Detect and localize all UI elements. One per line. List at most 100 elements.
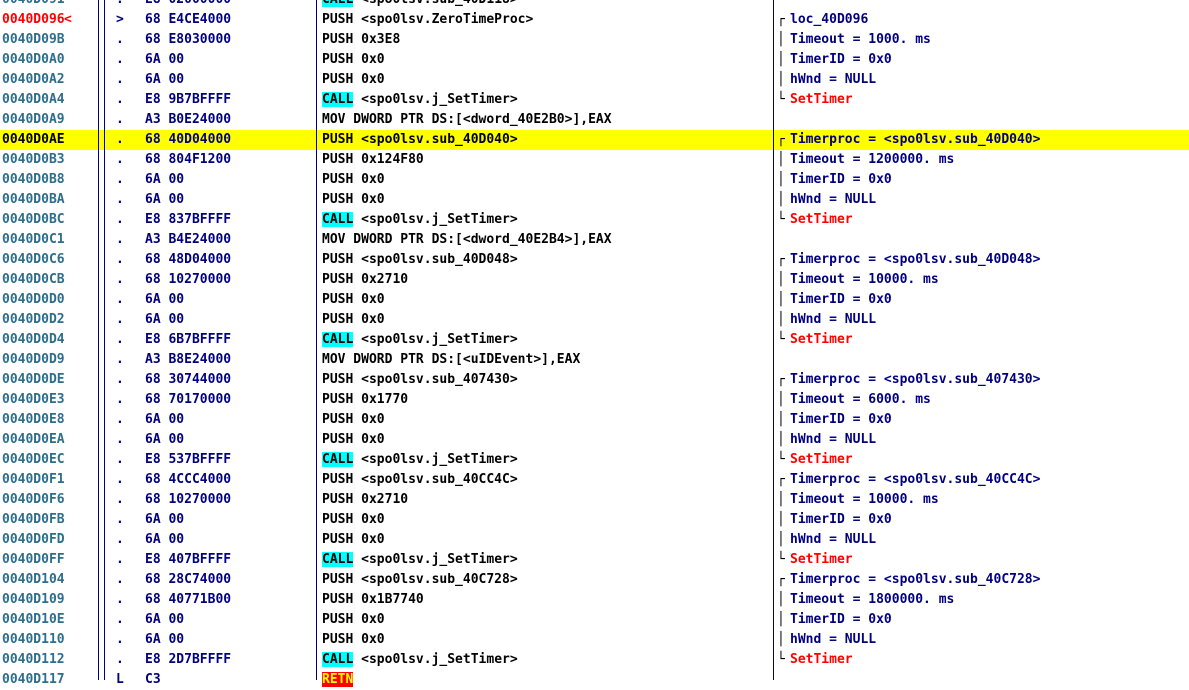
hex-bytes-cell[interactable]: C3	[145, 670, 161, 690]
address-cell[interactable]: 0040D0E3	[2, 390, 65, 410]
address-cell[interactable]: 0040D0F6	[2, 490, 65, 510]
hex-bytes-cell[interactable]: 6A 00	[145, 170, 184, 190]
instruction-row[interactable]: 0040D104. 68 28C74000 PUSH <spo0lsv.sub_40…	[0, 570, 1189, 590]
address-cell[interactable]: 0040D0A2	[2, 70, 65, 90]
instruction-row[interactable]: 0040D0FD. 6A 00 PUSH 0x0 │ hWnd = NULL	[0, 530, 1189, 550]
address-cell[interactable]: 0040D0DE	[2, 370, 65, 390]
hex-bytes-cell[interactable]: 6A 00	[145, 630, 184, 650]
hex-bytes-cell[interactable]: 68 804F1200	[145, 150, 231, 170]
hex-bytes-cell[interactable]: 68 30744000	[145, 370, 231, 390]
instruction-row[interactable]: 0040D0A4. E8 9B7BFFFF CALL <spo0lsv.j_SetT…	[0, 90, 1189, 110]
address-cell[interactable]: 0040D091	[2, 0, 65, 10]
instruction-row[interactable]: 0040D0DE. 68 30744000 PUSH <spo0lsv.sub_40…	[0, 370, 1189, 390]
instruction-row[interactable]: 0040D0C6. 68 48D04000 PUSH <spo0lsv.sub_40…	[0, 250, 1189, 270]
instruction-row[interactable]: 0040D09B. 68 E8030000 PUSH 0x3E8 │ Timeout =…	[0, 30, 1189, 50]
instruction-row[interactable]: 0040D0EC. E8 537BFFFF CALL <spo0lsv.j_SetT…	[0, 450, 1189, 470]
hex-bytes-cell[interactable]: 6A 00	[145, 70, 184, 90]
instruction-row[interactable]: 0040D109. 68 40771B00 PUSH 0x1B7740 │ Timeou…	[0, 590, 1189, 610]
instruction-row[interactable]: 0040D0A2. 6A 00 PUSH 0x0 │ hWnd = NULL	[0, 70, 1189, 90]
disassembly-cell[interactable]: PUSH 0x1770	[322, 390, 408, 410]
instruction-row[interactable]: 0040D0CB. 68 10270000 PUSH 0x2710 │ Timeout …	[0, 270, 1189, 290]
address-cell[interactable]: 0040D0FD	[2, 530, 65, 550]
hex-bytes-cell[interactable]: E8 02000000	[145, 0, 231, 10]
disassembly-cell[interactable]: PUSH <spo0lsv.sub_40D040>	[322, 130, 518, 150]
address-cell[interactable]: 0040D0A9	[2, 110, 65, 130]
disassembly-cell[interactable]: MOV DWORD PTR DS:[<dword_40E2B0>],EAX	[322, 110, 612, 130]
instruction-row[interactable]: 0040D091. E8 02000000 CALL <spo0lsv.sub_40…	[0, 0, 1189, 10]
hex-bytes-cell[interactable]: A3 B8E24000	[145, 350, 231, 370]
instruction-row[interactable]: 0040D0F1. 68 4CCC4000 PUSH <spo0lsv.sub_40…	[0, 470, 1189, 490]
disassembly-cell[interactable]: PUSH 0x3E8	[322, 30, 400, 50]
hex-bytes-cell[interactable]: E8 6B7BFFFF	[145, 330, 231, 350]
hex-bytes-cell[interactable]: 6A 00	[145, 610, 184, 630]
disassembly-cell[interactable]: PUSH 0x0	[322, 310, 385, 330]
disassembly-cell[interactable]: PUSH 0x1B7740	[322, 590, 424, 610]
disassembly-cell[interactable]: PUSH 0x0	[322, 190, 385, 210]
instruction-row[interactable]: 0040D0F6. 68 10270000 PUSH 0x2710 │ Timeout …	[0, 490, 1189, 510]
address-cell[interactable]: 0040D0D9	[2, 350, 65, 370]
address-cell[interactable]: 0040D0EC	[2, 450, 65, 470]
hex-bytes-cell[interactable]: 68 10270000	[145, 270, 231, 290]
disassembly-cell[interactable]: PUSH 0x0	[322, 170, 385, 190]
disassembly-cell[interactable]: RETN	[322, 670, 354, 690]
address-cell[interactable]: 0040D096	[2, 10, 65, 30]
hex-bytes-cell[interactable]: 6A 00	[145, 530, 184, 550]
address-cell[interactable]: 0040D112	[2, 650, 65, 670]
hex-bytes-cell[interactable]: A3 B0E24000	[145, 110, 231, 130]
address-cell[interactable]: 0040D0D0	[2, 290, 65, 310]
instruction-row[interactable]: 0040D0BA. 6A 00 PUSH 0x0 │ hWnd = NULL	[0, 190, 1189, 210]
disassembly-cell[interactable]: CALL <spo0lsv.sub_40D118>	[322, 0, 518, 10]
hex-bytes-cell[interactable]: 68 10270000	[145, 490, 231, 510]
address-cell[interactable]: 0040D0C6	[2, 250, 65, 270]
hex-bytes-cell[interactable]: 68 70170000	[145, 390, 231, 410]
disassembly-cell[interactable]: PUSH 0x0	[322, 530, 385, 550]
disassembly-cell[interactable]: CALL <spo0lsv.j_SetTimer>	[322, 210, 518, 230]
address-cell[interactable]: 0040D110	[2, 630, 65, 650]
address-cell[interactable]: 0040D0FB	[2, 510, 65, 530]
disassembly-cell[interactable]: CALL <spo0lsv.j_SetTimer>	[322, 90, 518, 110]
address-cell[interactable]: 0040D10E	[2, 610, 65, 630]
address-cell[interactable]: 0040D104	[2, 570, 65, 590]
disassembly-cell[interactable]: PUSH <spo0lsv.ZeroTimeProc>	[322, 10, 533, 30]
instruction-row[interactable]: 0040D112. E8 2D7BFFFF CALL <spo0lsv.j_SetT…	[0, 650, 1189, 670]
disassembly-cell[interactable]: PUSH 0x0	[322, 430, 385, 450]
hex-bytes-cell[interactable]: A3 B4E24000	[145, 230, 231, 250]
disassembly-cell[interactable]: CALL <spo0lsv.j_SetTimer>	[322, 550, 518, 570]
disassembly-cell[interactable]: PUSH 0x0	[322, 610, 385, 630]
disassembly-cell[interactable]: PUSH 0x2710	[322, 270, 408, 290]
hex-bytes-cell[interactable]: 6A 00	[145, 310, 184, 330]
instruction-row[interactable]: 0040D110. 6A 00 PUSH 0x0 │ hWnd = NULL	[0, 630, 1189, 650]
address-cell[interactable]: 0040D0D2	[2, 310, 65, 330]
hex-bytes-cell[interactable]: 6A 00	[145, 290, 184, 310]
disassembly-cell[interactable]: CALL <spo0lsv.j_SetTimer>	[322, 450, 518, 470]
hex-bytes-cell[interactable]: 68 40771B00	[145, 590, 231, 610]
hex-bytes-cell[interactable]: 68 4CCC4000	[145, 470, 231, 490]
address-cell[interactable]: 0040D117	[2, 670, 65, 690]
instruction-row[interactable]: 0040D0FF. E8 407BFFFF CALL <spo0lsv.j_SetT…	[0, 550, 1189, 570]
instruction-row[interactable]: 0040D096 < >68 E4CE4000 PUSH <spo0lsv.ZeroT…	[0, 10, 1189, 30]
address-cell[interactable]: 0040D0F1	[2, 470, 65, 490]
instruction-row[interactable]: 0040D0EA. 6A 00 PUSH 0x0 │ hWnd = NULL	[0, 430, 1189, 450]
address-cell[interactable]: 0040D0BA	[2, 190, 65, 210]
instruction-row[interactable]: 0040D0FB. 6A 00 PUSH 0x0 │ TimerID = 0x0	[0, 510, 1189, 530]
instruction-row[interactable]: 0040D0B8. 6A 00 PUSH 0x0 │ TimerID = 0x0	[0, 170, 1189, 190]
hex-bytes-cell[interactable]: 6A 00	[145, 50, 184, 70]
hex-bytes-cell[interactable]: 6A 00	[145, 190, 184, 210]
address-cell[interactable]: 0040D0C1	[2, 230, 65, 250]
instruction-row[interactable]: 0040D0B3. 68 804F1200 PUSH 0x124F80 │ Timeou…	[0, 150, 1189, 170]
address-cell[interactable]: 0040D0A0	[2, 50, 65, 70]
hex-bytes-cell[interactable]: 68 E4CE4000	[145, 10, 231, 30]
instruction-row[interactable]: 0040D0D2. 6A 00 PUSH 0x0 │ hWnd = NULL	[0, 310, 1189, 330]
address-cell[interactable]: 0040D09B	[2, 30, 65, 50]
disassembly-cell[interactable]: PUSH 0x0	[322, 50, 385, 70]
hex-bytes-cell[interactable]: E8 837BFFFF	[145, 210, 231, 230]
disassembly-cell[interactable]: MOV DWORD PTR DS:[<uIDEvent>],EAX	[322, 350, 580, 370]
disassembly-cell[interactable]: PUSH 0x0	[322, 70, 385, 90]
hex-bytes-cell[interactable]: 6A 00	[145, 410, 184, 430]
disassembly-cell[interactable]: PUSH 0x2710	[322, 490, 408, 510]
address-cell[interactable]: 0040D0E8	[2, 410, 65, 430]
address-cell[interactable]: 0040D0EA	[2, 430, 65, 450]
disassembly-cell[interactable]: PUSH 0x0	[322, 410, 385, 430]
disassembly-cell[interactable]: PUSH 0x0	[322, 510, 385, 530]
address-cell[interactable]: 0040D109	[2, 590, 65, 610]
